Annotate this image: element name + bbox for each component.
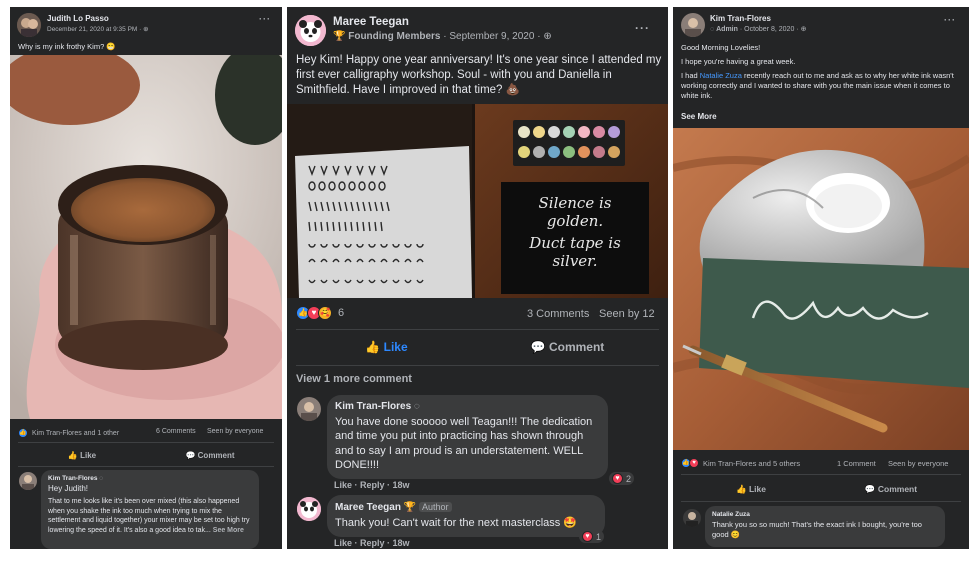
member-badge[interactable]: Founding Members xyxy=(348,31,440,42)
trophy-icon: 🏆 xyxy=(333,31,346,42)
thumbs-up-icon: 👍 xyxy=(736,483,747,494)
comment-author[interactable]: Maree Teegan 🏆 Author xyxy=(335,500,597,516)
divider xyxy=(681,474,961,475)
post-photo-ink-jar[interactable] xyxy=(10,55,282,419)
post-kim: Kim Tran-Flores ◌ Admin · October 8, 202… xyxy=(673,7,969,549)
mention-link[interactable]: Natalie Zuza xyxy=(700,71,742,80)
more-options-icon[interactable]: ··· xyxy=(635,21,650,35)
post-date[interactable]: December 21, 2020 at 9:35 PM · ⊕ xyxy=(47,25,149,33)
commenter-avatar[interactable] xyxy=(297,497,321,521)
post-date[interactable]: · September 9, 2020 · xyxy=(443,31,540,42)
globe-icon: ⊕ xyxy=(143,26,149,33)
globe-icon: ⊕ xyxy=(543,31,552,42)
comments-count[interactable]: 6 Comments xyxy=(156,428,196,435)
more-options-icon[interactable]: ··· xyxy=(259,14,271,24)
shield-icon: ◌ xyxy=(99,475,104,482)
post-text: Why is my ink frothy Kim? 😁 xyxy=(18,42,116,51)
divider xyxy=(296,365,659,366)
comment-bubble: Natalie Zuza Thank you so so much! That'… xyxy=(705,506,945,547)
reactions-summary[interactable]: 👍 ♥ Kim Tran-Flores and 5 others xyxy=(681,458,800,468)
globe-icon: ⊕ xyxy=(800,26,807,33)
comment-button[interactable]: 💬 Comment xyxy=(477,335,658,359)
poop-emoji-icon: 💩 xyxy=(505,84,520,96)
comment-bubble: Maree Teegan 🏆 Author Thank you! Can't w… xyxy=(327,495,605,537)
post-date[interactable]: · October 8, 2020 · xyxy=(740,26,799,33)
post-judith: Judith Lo Passo December 21, 2020 at 9:3… xyxy=(10,7,282,549)
post-line-1: Good Morning Lovelies! xyxy=(681,43,761,52)
comments-count[interactable]: 3 Comments xyxy=(527,308,589,320)
post-photo-white-ink[interactable] xyxy=(673,128,969,450)
photo-text-silence: Silence is golden. xyxy=(538,194,612,230)
comment-text: Thank you! Can't wait for the next maste… xyxy=(335,516,578,529)
post-maree: Maree Teegan 🏆 Founding Members · Septem… xyxy=(287,7,668,549)
like-button[interactable]: 👍 Like xyxy=(296,335,477,359)
grin-emoji-icon: 😁 xyxy=(106,42,116,51)
post-author[interactable]: Judith Lo Passo xyxy=(47,14,109,23)
comment-author[interactable]: Kim Tran-Flores ◌ xyxy=(335,400,600,415)
see-more-link[interactable]: See More xyxy=(213,527,244,534)
admin-badge[interactable]: Admin xyxy=(716,26,738,33)
see-more-link[interactable]: See More xyxy=(681,112,717,121)
love-reaction-icon: ♥ xyxy=(582,531,593,542)
star-struck-emoji-icon: 🤩 xyxy=(563,516,578,529)
shield-icon: ◌ xyxy=(710,26,715,33)
divider xyxy=(18,466,274,467)
avatar[interactable] xyxy=(681,13,705,37)
comment-greeting: Hey Judith! xyxy=(48,483,89,493)
comment-text: Thank you so so much! That's the exact i… xyxy=(712,520,922,539)
comment-bubble: Kim Tran-Flores ◌ Hey Judith! That to me… xyxy=(41,470,259,549)
thumbs-up-icon: 👍 xyxy=(67,450,78,460)
commenter-avatar[interactable] xyxy=(297,397,321,421)
comment-button[interactable]: 💬 Comment xyxy=(821,480,961,498)
avatar[interactable] xyxy=(17,13,41,37)
post-author[interactable]: Maree Teegan xyxy=(333,16,409,28)
speech-bubble-icon: 💬 xyxy=(530,340,546,354)
divider xyxy=(296,329,659,330)
comment-text: That to me looks like it's been over mix… xyxy=(48,498,250,534)
care-reaction-icon: 🥰 xyxy=(318,306,332,320)
seen-by[interactable]: Seen by 12 xyxy=(599,308,655,320)
speech-bubble-icon: 💬 xyxy=(864,483,876,494)
comment-author[interactable]: Natalie Zuza xyxy=(712,510,938,520)
comment-reaction[interactable]: ♥ 1 xyxy=(579,530,605,543)
smile-emoji-icon: 😊 xyxy=(730,530,741,539)
speech-bubble-icon: 💬 xyxy=(185,450,196,460)
love-reaction-icon: ♥ xyxy=(689,458,699,468)
comment-actions[interactable]: Like · Reply · 18w xyxy=(334,480,410,490)
like-button[interactable]: 👍 Like xyxy=(18,447,146,463)
post-author[interactable]: Kim Tran-Flores xyxy=(710,14,771,23)
commenter-avatar[interactable] xyxy=(19,472,37,490)
post-meta: ◌ Admin · October 8, 2020 · ⊕ xyxy=(710,25,806,33)
like-reaction-icon: 👍 xyxy=(18,428,28,438)
comments-count[interactable]: 1 Comment xyxy=(837,459,876,468)
post-text: Hey Kim! Happy one year anniversary! It'… xyxy=(296,54,662,96)
reactions-summary[interactable]: 👍 Kim Tran-Flores and 1 other xyxy=(18,428,119,438)
comment-actions[interactable]: Like · Reply · 18w xyxy=(334,538,410,548)
comment-bubble: Kim Tran-Flores ◌ You have done sooooo w… xyxy=(327,395,608,479)
post-line-2: I hope you're having a great week. xyxy=(681,57,796,66)
more-options-icon[interactable]: ··· xyxy=(944,15,956,25)
thumbs-up-icon: 👍 xyxy=(365,340,381,354)
post-meta: 🏆 Founding Members · September 9, 2020 ·… xyxy=(333,31,552,42)
divider xyxy=(681,501,961,502)
love-reaction-icon: ♥ xyxy=(612,473,623,484)
comment-author[interactable]: Kim Tran-Flores ◌ xyxy=(48,474,252,484)
comment-button[interactable]: 💬 Comment xyxy=(146,447,274,463)
comment-text: You have done sooooo well Teagan!!! The … xyxy=(335,415,593,472)
divider xyxy=(18,442,274,443)
post-photo-calligraphy[interactable]: Silence is golden. Duct tape is silver. xyxy=(287,104,668,298)
seen-by[interactable]: Seen by everyone xyxy=(207,428,263,435)
reactions-summary[interactable]: 👍 ♥ 🥰 6 xyxy=(296,306,344,320)
like-button[interactable]: 👍 Like xyxy=(681,480,821,498)
seen-by[interactable]: Seen by everyone xyxy=(888,459,948,468)
view-more-comments[interactable]: View 1 more comment xyxy=(296,373,412,385)
shield-icon: ◌ xyxy=(413,401,420,412)
avatar[interactable] xyxy=(295,15,326,46)
post-line-3: I had Natalie Zuza recently reach out to… xyxy=(681,71,954,100)
photo-text-duct-tape: Duct tape is silver. xyxy=(529,234,621,270)
trophy-icon: 🏆 xyxy=(403,502,417,513)
comment-reaction[interactable]: ♥ 2 xyxy=(609,472,635,485)
author-tag: Author xyxy=(418,502,452,512)
commenter-avatar[interactable] xyxy=(683,509,701,527)
